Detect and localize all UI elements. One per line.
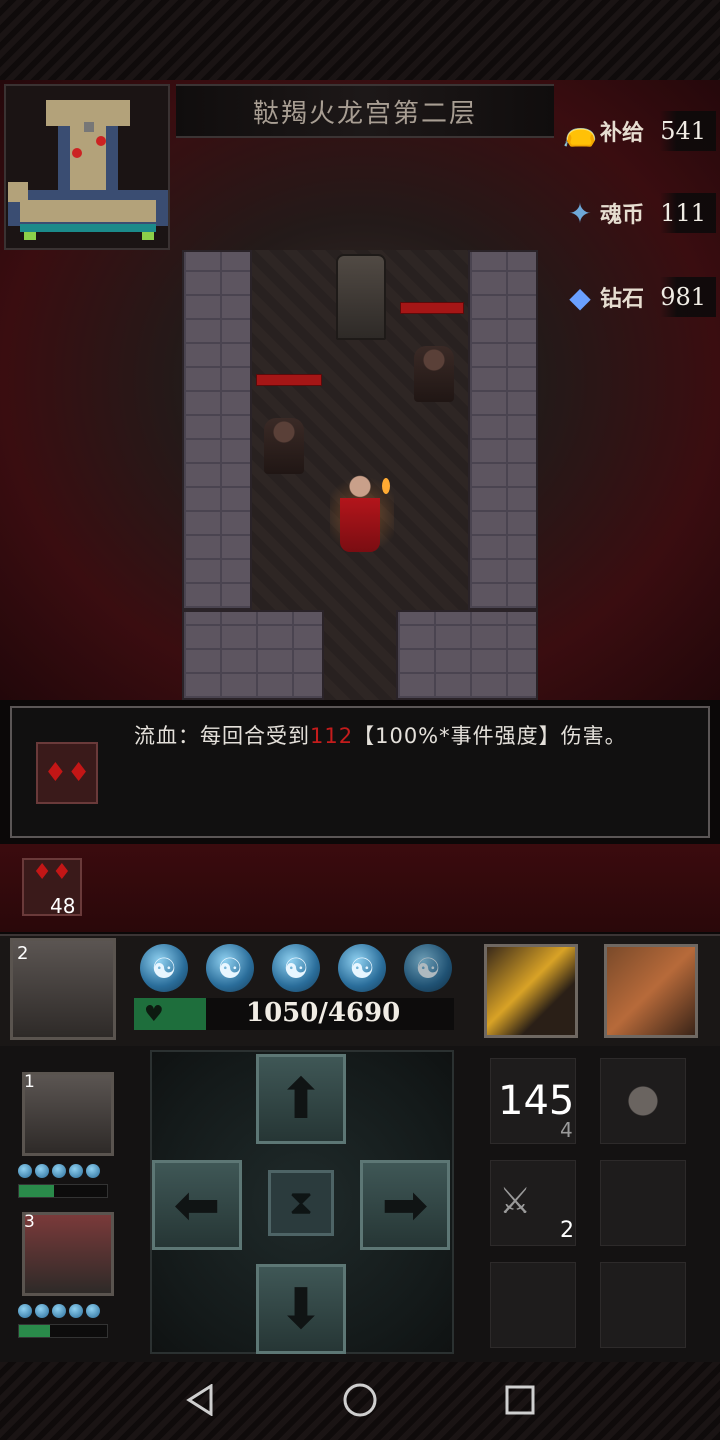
bleed-count: 48 — [50, 894, 76, 918]
yin-yang-icon: ☯ — [404, 944, 452, 992]
party-sanity-orbs — [18, 1304, 100, 1318]
player-sprite — [340, 472, 380, 552]
hero-slot-number: 2 — [17, 943, 29, 964]
bottom-left-wall — [182, 610, 324, 700]
party-portrait[interactable] — [22, 1212, 114, 1296]
arrow-up-icon: ⬆ — [277, 1066, 325, 1132]
minimap[interactable] — [4, 84, 170, 250]
resource-diamond: ◆ 钻石 981 — [560, 274, 716, 320]
supply-bag-icon: 👝 — [562, 114, 598, 148]
party-portrait[interactable] — [22, 1072, 114, 1156]
location-name: 鞑羯火龙宫第二层 — [252, 98, 477, 129]
resource-value: 111 — [660, 193, 716, 233]
diamond-icon: ◆ — [569, 280, 591, 314]
bottom-right-wall — [396, 610, 538, 700]
torch-sub-count: 4 — [560, 1118, 573, 1142]
party-sanity-orbs — [18, 1164, 100, 1178]
resource-label: 补给 — [600, 120, 645, 146]
home-icon — [343, 1383, 377, 1417]
resource-value: 541 — [660, 111, 716, 151]
move-right-button[interactable]: ➡ — [360, 1160, 450, 1250]
crossbow-count: 2 — [560, 1218, 574, 1243]
move-left-button[interactable]: ⬅ — [152, 1160, 242, 1250]
arrow-left-icon: ⬅ — [173, 1172, 221, 1238]
right-wall — [468, 250, 538, 610]
resource-value: 981 — [660, 277, 716, 317]
hp-text: 1050/4690 — [246, 998, 401, 1028]
soul-coin-icon: ✦ — [568, 196, 592, 230]
top-decor-band — [0, 0, 720, 82]
back-icon — [186, 1384, 213, 1416]
inventory-slot-empty[interactable] — [600, 1160, 686, 1246]
yin-yang-icon: ☯ — [206, 944, 254, 992]
torch-icon — [382, 478, 390, 494]
party-member-1[interactable]: 1 — [14, 1068, 132, 1198]
status-strip — [0, 844, 720, 932]
resource-soul-coin: ✦ 魂币 111 — [560, 190, 716, 236]
skill-fire-slash-button[interactable] — [484, 944, 578, 1038]
party-member-3[interactable]: 3 — [14, 1208, 132, 1338]
party-slot-number: 1 — [24, 1072, 35, 1092]
enemy-hp-bar — [400, 302, 464, 314]
inventory-slot-bread[interactable] — [600, 1058, 686, 1144]
recents-icon — [505, 1385, 535, 1415]
sanity-orbs: ☯ ☯ ☯ ☯ ☯ — [140, 944, 452, 992]
skill-fist-button[interactable] — [604, 944, 698, 1038]
tombstone-icon[interactable] — [336, 254, 386, 340]
crossbow-icon: ⚔ — [499, 1181, 532, 1222]
event-text-suffix: 【100%*事件强度】伤害。 — [353, 724, 627, 748]
enemy-sprite[interactable] — [414, 346, 454, 402]
resource-label: 魂币 — [600, 202, 645, 228]
arrow-down-icon: ⬇ — [277, 1276, 325, 1342]
resource-supply: 👝 补给 541 — [560, 108, 716, 154]
enemy-hp-bar — [256, 374, 322, 386]
bleed-icon: ♦♦ — [36, 742, 98, 804]
resource-label: 钻石 — [600, 286, 645, 312]
event-description: 流血：每回合受到112【100%*事件强度】伤害。 — [134, 720, 627, 750]
move-down-button[interactable]: ⬇ — [256, 1264, 346, 1354]
yin-yang-icon: ☯ — [338, 944, 386, 992]
arrow-right-icon: ➡ — [381, 1172, 429, 1238]
heart-icon: ♥ — [144, 1002, 164, 1027]
move-up-button[interactable]: ⬆ — [256, 1054, 346, 1144]
hero-portrait[interactable]: 2 — [10, 938, 116, 1040]
event-damage-value: 112 — [310, 724, 354, 748]
enemy-sprite[interactable] — [264, 418, 304, 474]
event-text-prefix: 流血：每回合受到 — [134, 724, 310, 748]
party-hp-bar — [18, 1324, 108, 1338]
recents-button[interactable] — [500, 1380, 540, 1420]
wait-button[interactable]: ⧗ — [268, 1170, 334, 1236]
party-hp-bar — [18, 1184, 108, 1198]
yin-yang-icon: ☯ — [140, 944, 188, 992]
home-button[interactable] — [340, 1380, 380, 1420]
inventory-slot-empty[interactable] — [490, 1262, 576, 1348]
hourglass-icon: ⧗ — [289, 1183, 313, 1223]
inventory-slot-empty[interactable] — [600, 1262, 686, 1348]
back-button[interactable] — [180, 1380, 220, 1420]
party-slot-number: 3 — [24, 1212, 35, 1232]
location-banner: 鞑羯火龙宫第二层 — [176, 84, 554, 138]
left-wall — [182, 250, 252, 610]
yin-yang-icon: ☯ — [272, 944, 320, 992]
